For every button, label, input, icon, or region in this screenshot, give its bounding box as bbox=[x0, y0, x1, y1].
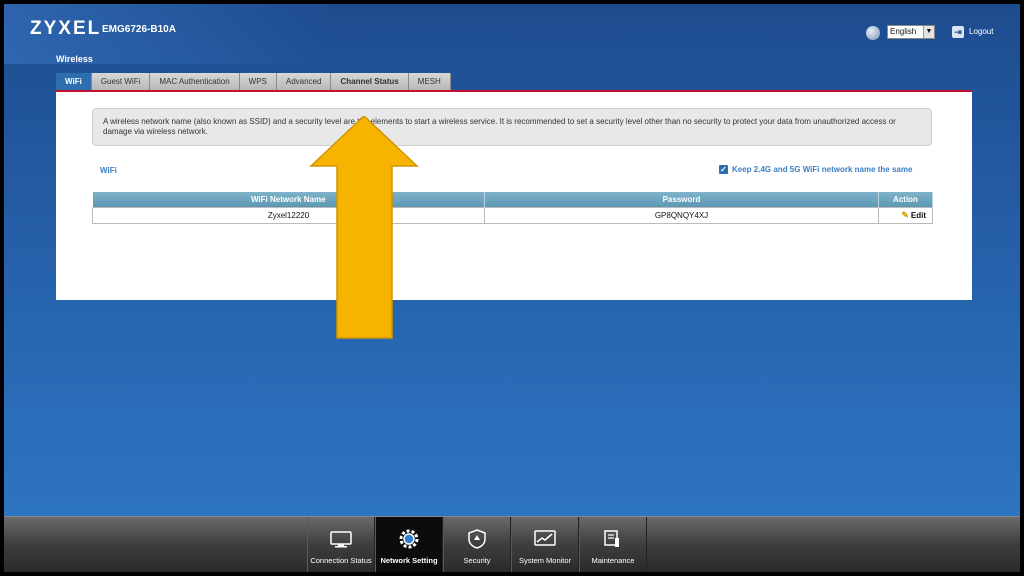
nav-label: Security bbox=[463, 556, 491, 565]
main-nav: Connection Status Network Setting Securi… bbox=[307, 517, 647, 572]
brand-logo: ZYXEL bbox=[30, 18, 102, 39]
edit-icon[interactable]: ✎ bbox=[901, 210, 909, 220]
nav-label: Maintenance bbox=[591, 556, 635, 565]
wifi-section-label: WiFi bbox=[100, 166, 117, 175]
language-value: English bbox=[890, 27, 917, 36]
column-header-network-name: WiFi Network Name bbox=[92, 192, 485, 207]
column-header-action: Action bbox=[878, 192, 933, 207]
tab-wifi[interactable]: WiFi bbox=[56, 73, 92, 90]
wifi-network-table: WiFi Network Name Password Action Zyxel1… bbox=[92, 192, 933, 224]
password-cell: GP8QNQY4XJ bbox=[484, 206, 879, 224]
language-select[interactable]: English ▼ bbox=[887, 25, 935, 39]
model-name: EMG6726-B10A bbox=[102, 24, 176, 35]
router-ui-frame: ZYXEL EMG6726-B10A English ▼ ⇥ Logout Wi… bbox=[4, 4, 1020, 572]
nav-security[interactable]: Security bbox=[443, 517, 511, 572]
nav-label: System Monitor bbox=[518, 556, 572, 565]
edit-action-cell[interactable]: ✎ Edit bbox=[878, 206, 933, 224]
table-header-row: WiFi Network Name Password Action bbox=[92, 192, 933, 207]
nav-maintenance[interactable]: Maintenance bbox=[579, 517, 647, 572]
content-panel: A wireless network name (also known as S… bbox=[56, 92, 972, 300]
nav-label: Connection Status bbox=[310, 556, 372, 565]
tab-channel-status[interactable]: Channel Status bbox=[331, 73, 409, 90]
nav-network-setting[interactable]: Network Setting bbox=[375, 517, 443, 572]
nav-connection-status[interactable]: Connection Status bbox=[307, 517, 375, 572]
keep-same-name-option[interactable]: ✓ Keep 2.4G and 5G WiFi network name the… bbox=[719, 165, 912, 174]
shield-icon bbox=[466, 529, 488, 549]
tab-guest-wifi[interactable]: Guest WiFi bbox=[91, 73, 151, 90]
table-row: Zyxel12220 GP8QNQY4XJ ✎ Edit bbox=[92, 206, 933, 224]
gear-icon bbox=[398, 529, 420, 549]
tab-mesh[interactable]: MESH bbox=[408, 73, 451, 90]
chevron-down-icon: ▼ bbox=[923, 26, 934, 38]
logout-link[interactable]: Logout bbox=[969, 27, 993, 36]
nav-label: Network Setting bbox=[380, 556, 438, 565]
nav-system-monitor[interactable]: System Monitor bbox=[511, 517, 579, 572]
chart-monitor-icon bbox=[534, 530, 556, 548]
bottom-navigation-bar: Connection Status Network Setting Securi… bbox=[4, 516, 1020, 572]
keep-same-name-checkbox[interactable]: ✓ bbox=[719, 165, 728, 174]
globe-icon bbox=[866, 26, 880, 40]
tab-advanced[interactable]: Advanced bbox=[276, 73, 332, 90]
info-notice: A wireless network name (also known as S… bbox=[92, 108, 932, 146]
column-header-password: Password bbox=[484, 192, 879, 207]
network-name-cell: Zyxel12220 bbox=[92, 206, 485, 224]
tab-mac-authentication[interactable]: MAC Authentication bbox=[150, 73, 240, 90]
keep-same-name-label: Keep 2.4G and 5G WiFi network name the s… bbox=[732, 165, 913, 174]
page-title: Wireless bbox=[56, 54, 93, 64]
logout-icon[interactable]: ⇥ bbox=[952, 26, 964, 38]
monitor-icon bbox=[330, 530, 352, 548]
tab-wps[interactable]: WPS bbox=[239, 73, 277, 90]
wrench-icon bbox=[602, 530, 624, 548]
edit-link[interactable]: Edit bbox=[911, 211, 926, 220]
tab-bar: WiFi Guest WiFi MAC Authentication WPS A… bbox=[56, 73, 451, 90]
